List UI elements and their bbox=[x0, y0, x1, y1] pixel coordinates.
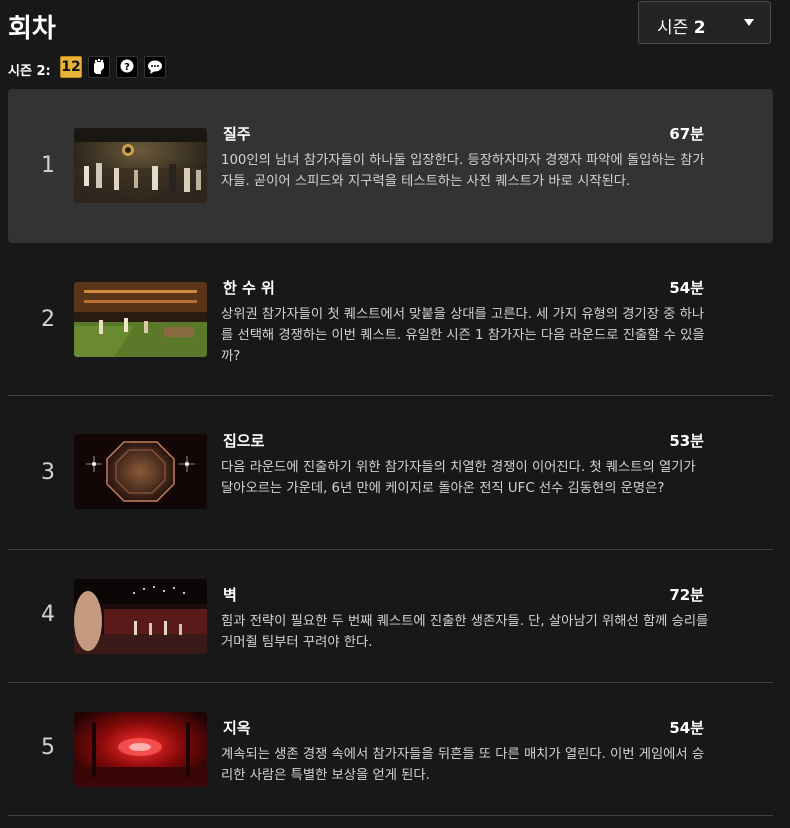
episode-duration: 54분 bbox=[669, 279, 704, 297]
season-dropdown[interactable]: 시즌 2 bbox=[638, 1, 771, 44]
divider bbox=[8, 815, 773, 816]
season-prefix: 시즌 bbox=[657, 18, 689, 38]
rating-label: 시즌 2: bbox=[8, 64, 51, 79]
episode-title: 지옥 bbox=[223, 719, 251, 737]
language-icon bbox=[144, 56, 166, 78]
episode-duration: 54분 bbox=[669, 719, 704, 737]
caret-down-icon bbox=[744, 19, 754, 26]
episode-duration: 53분 bbox=[669, 432, 704, 450]
episode-duration: 72분 bbox=[669, 586, 704, 604]
episode-title: 한 수 위 bbox=[223, 279, 275, 297]
season-dropdown-label: 시즌 2 bbox=[657, 13, 706, 38]
episode-title: 질주 bbox=[223, 125, 251, 143]
episode-item[interactable]: 3 집으로 53분 다음 라운드에 진출하기 위한 참가자들의 치열한 경쟁이 … bbox=[8, 396, 773, 549]
episode-thumbnail[interactable] bbox=[74, 282, 207, 357]
age-12-rating-icon: 12 bbox=[60, 56, 82, 78]
episode-thumbnail[interactable] bbox=[74, 128, 207, 203]
episode-description: 100인의 남녀 참가자들이 하나둘 입장한다. 등장하자마자 경쟁자 파악에 … bbox=[221, 153, 705, 189]
episodes-header: 회차 시즌 2 bbox=[8, 1, 773, 52]
episode-duration: 67분 bbox=[669, 125, 704, 143]
episode-item[interactable]: 1 질주 67분 100인의 남녀 참가자들이 하나둘 입장한다. 등장하자마자… bbox=[8, 89, 773, 243]
fear-icon: ? bbox=[116, 56, 138, 78]
episode-title: 벽 bbox=[223, 586, 237, 604]
violence-icon bbox=[88, 56, 110, 78]
episode-item[interactable]: 2 한 수 위 54분 상위권 참가자들이 첫 퀘스트에서 맞붙을 상대를 고른… bbox=[8, 243, 773, 395]
episode-item[interactable]: 5 지옥 54분 계속되는 생존 경쟁 속에서 참가자들을 뒤흔들 또 다른 매… bbox=[8, 683, 773, 815]
episode-description: 다음 라운드에 진출하기 위한 참가자들의 치열한 경쟁이 이어진다. 첫 퀘스… bbox=[221, 460, 696, 496]
season-number: 2 bbox=[693, 18, 706, 38]
episode-thumbnail[interactable] bbox=[74, 712, 207, 787]
episode-description: 계속되는 생존 경쟁 속에서 참가자들을 뒤흔들 또 다른 매치가 열린다. 이… bbox=[221, 747, 705, 783]
episode-description: 힘과 전략이 필요한 두 번째 퀘스트에 진출한 생존자들. 단, 살아남기 위… bbox=[221, 614, 709, 650]
svg-text:?: ? bbox=[124, 62, 130, 73]
episode-description: 상위권 참가자들이 첫 퀘스트에서 맞붙을 상대를 고른다. 세 가지 유형의 … bbox=[221, 307, 705, 364]
episode-thumbnail[interactable] bbox=[74, 434, 207, 509]
episode-title: 집으로 bbox=[223, 432, 265, 450]
section-title: 회차 bbox=[8, 14, 56, 44]
episode-thumbnail[interactable] bbox=[74, 579, 207, 654]
episode-item[interactable]: 4 벽 72분 힘과 전략이 필요한 두 번째 퀘스트에 진출한 생존자들. 단… bbox=[8, 550, 773, 682]
